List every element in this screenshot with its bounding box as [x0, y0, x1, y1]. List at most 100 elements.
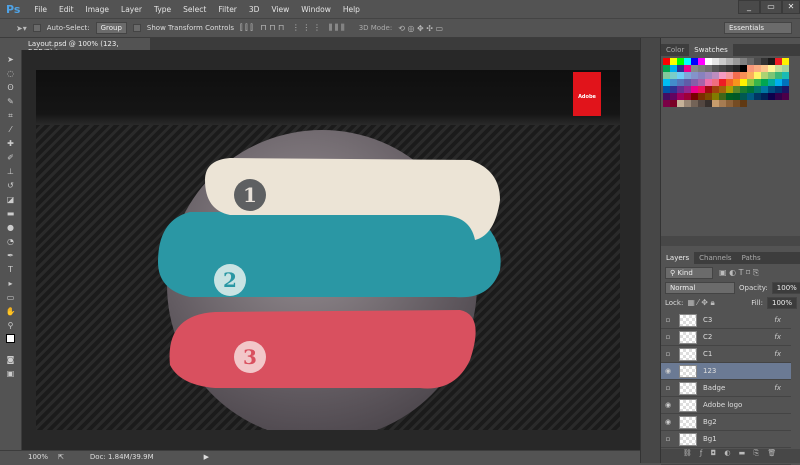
swatch[interactable] [691, 65, 698, 72]
fill-input[interactable]: 100% [766, 297, 797, 309]
auto-select-checkbox[interactable] [32, 24, 41, 32]
swatch[interactable] [782, 58, 789, 65]
eye-icon[interactable]: ◉ [661, 418, 675, 426]
color-swatches[interactable] [4, 334, 18, 352]
swatch[interactable] [691, 79, 698, 86]
tab-paths[interactable]: Paths [737, 252, 766, 264]
swatch[interactable] [712, 72, 719, 79]
tab-color[interactable]: Color [661, 44, 689, 56]
hand-tool[interactable]: ✋ [4, 306, 18, 318]
swatch[interactable] [740, 86, 747, 93]
swatch[interactable] [719, 86, 726, 93]
filter-kind-dropdown[interactable]: ⚲ Kind [665, 267, 713, 279]
swatch[interactable] [733, 86, 740, 93]
auto-select-dropdown[interactable]: Group [95, 22, 127, 34]
swatch[interactable] [712, 93, 719, 100]
swatch[interactable] [698, 93, 705, 100]
swatch[interactable] [698, 65, 705, 72]
swatch[interactable] [719, 93, 726, 100]
lasso-tool[interactable]: ʘ [4, 82, 18, 94]
swatch[interactable] [761, 58, 768, 65]
transform-controls-checkbox[interactable] [132, 24, 141, 32]
swatch[interactable] [782, 86, 789, 93]
swatch[interactable] [663, 100, 670, 107]
eye-icon[interactable]: ◉ [661, 401, 675, 409]
swatch[interactable] [775, 79, 782, 86]
marquee-tool[interactable]: ◌ [4, 68, 18, 80]
swatch[interactable] [740, 58, 747, 65]
swatch[interactable] [705, 65, 712, 72]
swatch[interactable] [740, 65, 747, 72]
swatch[interactable] [775, 58, 782, 65]
close-button[interactable]: ✕ [782, 0, 800, 14]
visibility-toggle[interactable]: ▫ [661, 435, 675, 443]
gradient-tool[interactable]: ▬ [4, 208, 18, 220]
tab-channels[interactable]: Channels [694, 252, 736, 264]
layer-row[interactable]: ▫ Bg1 [661, 431, 791, 448]
history-brush-tool[interactable]: ↺ [4, 180, 18, 192]
swatch[interactable] [726, 79, 733, 86]
swatch[interactable] [733, 100, 740, 107]
pen-tool[interactable]: ✒ [4, 250, 18, 262]
swatch[interactable] [705, 93, 712, 100]
swatch[interactable] [670, 65, 677, 72]
swatch[interactable] [719, 79, 726, 86]
blend-mode-dropdown[interactable]: Normal [665, 282, 735, 294]
swatch[interactable] [663, 58, 670, 65]
layer-row[interactable]: ▫ C2 fx [661, 329, 791, 346]
fx-icon[interactable]: fx [774, 384, 781, 392]
menu-edit[interactable]: Edit [53, 5, 80, 14]
swatch[interactable] [684, 58, 691, 65]
swatch[interactable] [740, 79, 747, 86]
path-select-tool[interactable]: ▸ [4, 278, 18, 290]
swatch[interactable] [712, 79, 719, 86]
swatch[interactable] [733, 79, 740, 86]
layer-row[interactable]: ▫ C1 fx [661, 346, 791, 363]
swatch[interactable] [761, 86, 768, 93]
swatch[interactable] [775, 65, 782, 72]
fx-icon[interactable]: fx [774, 350, 781, 358]
swatch[interactable] [782, 93, 789, 100]
swatch[interactable] [719, 72, 726, 79]
swatch[interactable] [684, 86, 691, 93]
tab-layers[interactable]: Layers [661, 252, 695, 264]
swatch[interactable] [761, 93, 768, 100]
stamp-tool[interactable]: ⊥ [4, 166, 18, 178]
quick-select-tool[interactable]: ✎ [4, 96, 18, 108]
rectangle-tool[interactable]: ▭ [4, 292, 18, 304]
swatch[interactable] [754, 72, 761, 79]
swatch[interactable] [768, 93, 775, 100]
swatch[interactable] [726, 86, 733, 93]
swatch[interactable] [691, 86, 698, 93]
swatch[interactable] [782, 79, 789, 86]
swatch[interactable] [712, 65, 719, 72]
menu-help[interactable]: Help [337, 5, 366, 14]
swatch[interactable] [677, 65, 684, 72]
opacity-input[interactable]: 100% [771, 282, 800, 294]
swatch[interactable] [663, 79, 670, 86]
swatch[interactable] [747, 86, 754, 93]
document-tab[interactable]: Layout.psd @ 100% (123, RGB/8) * × [22, 38, 150, 56]
swatch[interactable] [684, 93, 691, 100]
swatch[interactable] [691, 72, 698, 79]
swatch[interactable] [768, 79, 775, 86]
swatch[interactable] [670, 79, 677, 86]
swatch[interactable] [733, 65, 740, 72]
swatch[interactable] [712, 58, 719, 65]
menu-window[interactable]: Window [295, 5, 337, 14]
swatch[interactable] [754, 93, 761, 100]
menu-3d[interactable]: 3D [243, 5, 266, 14]
move-tool-icon[interactable]: ➤▾ [16, 24, 27, 33]
swatch[interactable] [733, 93, 740, 100]
swatch[interactable] [754, 86, 761, 93]
layers-footer-icons[interactable]: ⛓ ƒ ◘ ◐ ▬ ⎘ 🗑︎ [661, 449, 800, 463]
swatch[interactable] [677, 93, 684, 100]
blur-tool[interactable]: ● [4, 222, 18, 234]
swatch[interactable] [698, 100, 705, 107]
swatch[interactable] [684, 72, 691, 79]
swatch[interactable] [719, 58, 726, 65]
swatch[interactable] [754, 79, 761, 86]
layer-row[interactable]: ▫ Badge fx [661, 380, 791, 397]
swatch[interactable] [705, 79, 712, 86]
swatch[interactable] [761, 65, 768, 72]
